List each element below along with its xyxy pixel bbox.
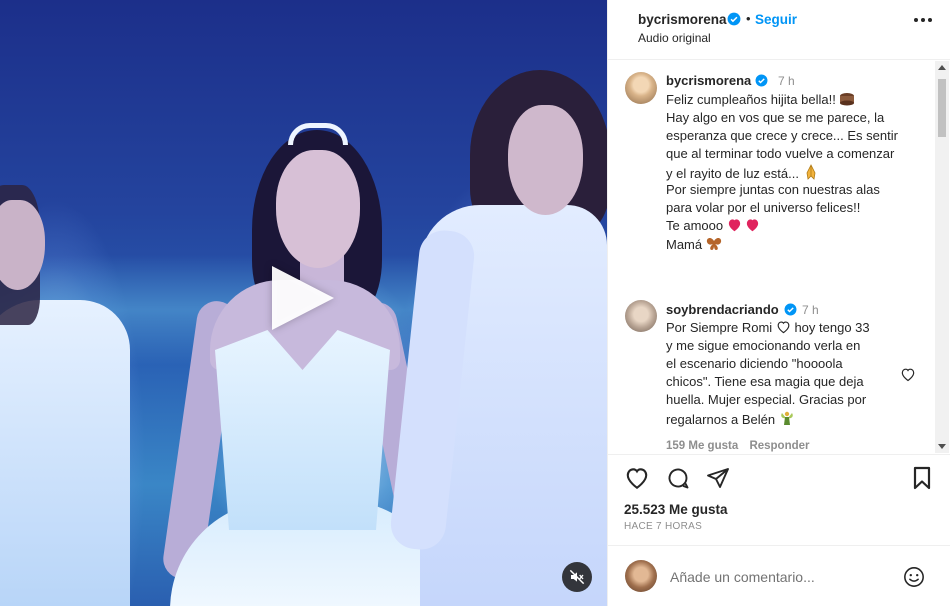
commenter-avatar[interactable] (625, 300, 657, 332)
verified-badge-icon (727, 12, 741, 26)
add-comment-bar (608, 545, 950, 606)
muted-speaker-icon (569, 569, 585, 585)
comments-list[interactable]: bycrismorena 7 h Feliz cumpleaños hijita… (608, 61, 950, 453)
post-timestamp: HACE 7 HORAS (624, 521, 703, 532)
center-person-face (276, 150, 360, 268)
white-heart-emoji-icon (777, 321, 790, 334)
post-side-panel: bycrismorena • Seguir Audio original byc… (607, 0, 950, 606)
mute-button[interactable] (562, 562, 592, 592)
butterfly-emoji-icon (706, 238, 721, 250)
left-person-figure (0, 300, 130, 606)
tiara (288, 123, 348, 145)
comment-line: huella. Mujer especial. Gracias por (666, 392, 867, 407)
play-icon[interactable] (272, 266, 334, 330)
caption-time: 7 h (778, 74, 795, 88)
caption-line: para volar por el universo felices!! (666, 200, 861, 215)
red-heart-emoji-icon (728, 219, 740, 232)
post-likes-count[interactable]: 25.523 Me gusta (624, 502, 728, 517)
author-username[interactable]: bycrismorena (638, 12, 727, 27)
share-paper-plane-icon[interactable] (706, 466, 730, 490)
comment-input[interactable] (670, 566, 890, 588)
red-heart-emoji-icon (747, 219, 759, 232)
reply-button[interactable]: Responder (749, 440, 809, 452)
save-bookmark-icon[interactable] (911, 466, 933, 490)
caption-line: Feliz cumpleaños hijita bella!! (666, 92, 855, 107)
comment-line: chicos". Tiene esa magia que deja (666, 374, 864, 389)
fairy-emoji-icon (780, 411, 793, 425)
comment-line: regalarnos a Belén (666, 410, 795, 427)
comment-line: y me sigue emocionando verla en (666, 338, 861, 353)
separator-dot: • (746, 11, 751, 26)
caption-line: Hay algo en vos que se me parece, la (666, 110, 885, 125)
video-player[interactable] (0, 0, 607, 606)
like-comment-heart-icon[interactable] (900, 367, 916, 382)
praying-hands-emoji-icon (806, 164, 815, 180)
caption-line: que al terminar todo vuelve a comenzar (666, 146, 895, 161)
comment-line: el escenario diciendo "hoooola (666, 356, 843, 371)
scroll-down-arrow-icon[interactable] (938, 444, 946, 449)
comment-line: Por Siempre Romi hoy tengo 33 (666, 320, 870, 335)
caption-line: Te amooo (666, 218, 760, 233)
caption-username[interactable]: bycrismorena (666, 73, 751, 88)
comment-username[interactable]: soybrendacriando (666, 302, 779, 317)
author-avatar[interactable] (625, 72, 657, 104)
scroll-up-arrow-icon[interactable] (938, 65, 946, 70)
comment-time: 7 h (802, 303, 819, 317)
caption-line: Mamá (666, 237, 722, 252)
emoji-picker-icon[interactable] (903, 566, 925, 588)
cake-emoji-icon (840, 93, 855, 106)
like-heart-icon[interactable] (624, 466, 650, 490)
audio-label[interactable]: Audio original (638, 31, 711, 45)
comment-likes[interactable]: 159 Me gusta (666, 440, 738, 452)
current-user-avatar (625, 560, 657, 592)
post-header: bycrismorena • Seguir Audio original (608, 0, 950, 60)
comment-meta: 159 Me gusta Responder (666, 440, 810, 452)
comments-scrollbar[interactable] (935, 61, 949, 453)
comment-bubble-icon[interactable] (666, 466, 690, 490)
verified-badge-icon (755, 74, 768, 87)
caption-line: y el rayito de luz está... (666, 164, 819, 181)
caption-line: Por siempre juntas con nuestras alas (666, 182, 880, 197)
post-actions: 25.523 Me gusta HACE 7 HORAS (608, 454, 950, 544)
follow-button[interactable]: Seguir (755, 12, 797, 27)
right-person-face (508, 105, 583, 215)
verified-badge-icon (784, 303, 797, 316)
caption-line: esperanza que crece y crece... Es sentir (666, 128, 898, 143)
scrollbar-thumb[interactable] (938, 79, 946, 137)
more-options-icon[interactable] (914, 18, 932, 24)
